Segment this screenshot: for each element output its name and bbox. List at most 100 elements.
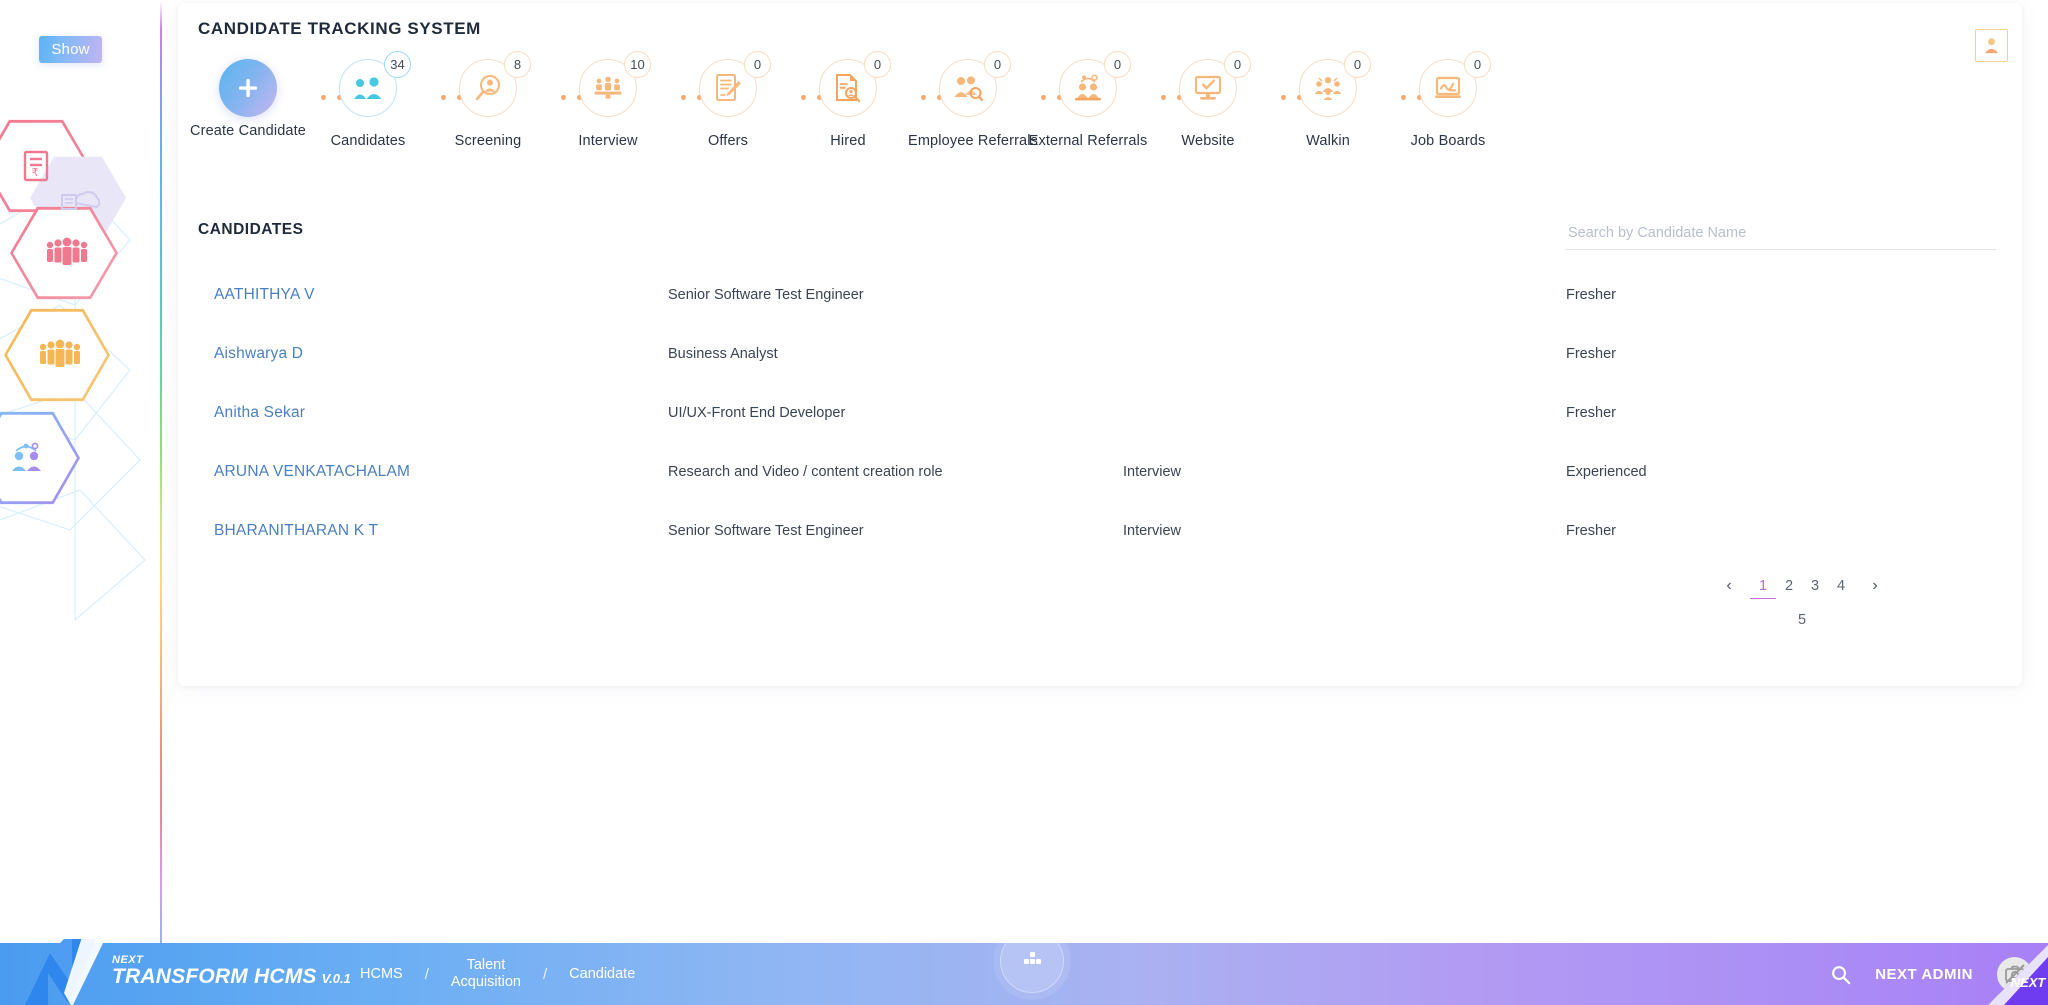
- step-circle-wrap: 0: [668, 51, 838, 129]
- candidate-name[interactable]: ARUNA VENKATACHALAM: [214, 463, 654, 481]
- pagination-page-1[interactable]: 1: [1750, 573, 1776, 599]
- candidate-stage: Interview: [1123, 522, 1182, 539]
- pipeline-step-job-boards[interactable]: 0 Job Boards: [1388, 51, 1508, 149]
- step-count-badge: 10: [624, 51, 651, 78]
- breadcrumb-item-0[interactable]: HCMS: [338, 966, 425, 983]
- brand-title: TRANSFORM HCMS: [112, 965, 317, 988]
- sidebar-item-people-orange[interactable]: [4, 307, 110, 403]
- step-count-badge: 0: [864, 51, 891, 78]
- candidate-name[interactable]: AATHITHYA V: [214, 286, 654, 304]
- step-circle-wrap: 8: [428, 51, 598, 129]
- candidate-name[interactable]: Anitha Sekar: [214, 404, 654, 422]
- pagination-page-3[interactable]: 3: [1802, 573, 1828, 599]
- main-card: CANDIDATE TRACKING SYSTEM Create Candida…: [178, 3, 2022, 686]
- step-label: Employee Referrals: [908, 133, 1039, 149]
- step-circle-wrap: 0: [1268, 51, 1438, 129]
- pipeline-step-create-candidate[interactable]: Create Candidate: [188, 51, 358, 139]
- pipeline-step-candidates[interactable]: 34 Candidates: [308, 51, 478, 149]
- step-circle-wrap: [188, 51, 358, 129]
- breadcrumb: HCMS / Talent Acquisition / Candidate: [338, 943, 657, 1005]
- apps-grid-icon: [1024, 952, 1041, 964]
- show-button[interactable]: Show: [39, 36, 102, 63]
- pagination: ‹ 1 2 3 4 › 5: [1692, 573, 1912, 633]
- pipeline-steps: Create Candidate 34 Candidates 8 Screeni…: [188, 51, 1988, 171]
- table-row[interactable]: ARUNA VENKATACHALAM Research and Video /…: [178, 442, 2022, 501]
- step-count-badge: 34: [384, 51, 411, 78]
- candidate-type: Fresher: [1566, 286, 1616, 303]
- magnifier-person-icon: [475, 75, 500, 101]
- breadcrumb-item-1[interactable]: Talent Acquisition: [429, 957, 543, 990]
- pagination-next[interactable]: ›: [1862, 573, 1888, 599]
- sidebar-item-interview-pair[interactable]: [0, 410, 80, 506]
- pipeline-step-screening[interactable]: 8 Screening: [428, 51, 598, 149]
- table-row[interactable]: Aishwarya D Business Analyst Fresher: [178, 324, 2022, 383]
- table-row[interactable]: AATHITHYA V Senior Software Test Enginee…: [178, 265, 2022, 324]
- step-label: Hired: [830, 133, 866, 149]
- breadcrumb-separator: /: [424, 965, 429, 983]
- pipeline-step-employee-referrals[interactable]: 0 Employee Referrals: [908, 51, 1078, 149]
- step-count-badge: 0: [744, 51, 771, 78]
- pagination-prev[interactable]: ‹: [1716, 573, 1742, 599]
- table-row[interactable]: Anitha Sekar UI/UX-Front End Developer F…: [178, 383, 2022, 442]
- candidate-name[interactable]: BHARANITHARAN K T: [214, 522, 654, 540]
- step-count-badge: 0: [1104, 51, 1131, 78]
- pipeline-step-walkin[interactable]: 0 Walkin: [1268, 51, 1438, 149]
- people-group-orange-icon: [39, 339, 81, 367]
- candidate-type: Fresher: [1566, 404, 1616, 421]
- left-sidebar: Show ₹: [0, 0, 160, 960]
- breadcrumb-item-2[interactable]: Candidate: [547, 966, 657, 983]
- pipeline-step-interview[interactable]: 10 Interview: [548, 51, 718, 149]
- cloud-document-icon: [61, 191, 100, 210]
- interview-table-icon: [594, 76, 622, 99]
- footer-search-button[interactable]: [1830, 964, 1851, 985]
- step-circle-wrap: 0: [1388, 51, 1508, 129]
- pipeline-step-offers[interactable]: 0 Offers: [668, 51, 838, 149]
- candidate-role: Business Analyst: [668, 345, 778, 362]
- chart-board-icon: [1435, 76, 1461, 98]
- document-pen-icon: [716, 74, 741, 101]
- candidate-role: UI/UX-Front End Developer: [668, 404, 846, 421]
- monitor-check-icon: [1194, 75, 1222, 100]
- step-label: Offers: [707, 133, 749, 149]
- pipeline-step-hired[interactable]: 0 Hired: [788, 51, 958, 149]
- step-count-badge: 0: [984, 51, 1011, 78]
- pagination-page-4[interactable]: 4: [1828, 573, 1854, 599]
- table-row[interactable]: BHARANITHARAN K T Senior Software Test E…: [178, 501, 2022, 560]
- corner-fold: NEXT: [1970, 943, 2048, 1005]
- people-icon: [354, 77, 382, 99]
- referral-pair-icon: [1075, 74, 1101, 101]
- corner-label: NEXT: [2011, 975, 2047, 990]
- step-label: Walkin: [1306, 133, 1350, 149]
- step-count-badge: 0: [1464, 51, 1491, 78]
- pagination-page-5[interactable]: 5: [1789, 607, 1815, 633]
- pagination-page-2[interactable]: 2: [1776, 573, 1802, 599]
- sidebar-item-people-pink[interactable]: [10, 205, 118, 301]
- people-search-icon: [954, 76, 983, 101]
- candidate-role: Senior Software Test Engineer: [668, 522, 864, 539]
- step-label: Screening: [454, 133, 522, 149]
- candidate-stage: Interview: [1123, 463, 1182, 480]
- step-label: Website: [1181, 133, 1235, 149]
- step-circle-wrap: 10: [548, 51, 718, 129]
- search-input[interactable]: [1566, 221, 1996, 250]
- document-search-icon: [836, 74, 861, 103]
- interview-pair-icon: [12, 442, 41, 471]
- breadcrumb-separator: /: [543, 965, 548, 983]
- candidate-type: Experienced: [1566, 463, 1647, 480]
- step-label: Interview: [578, 133, 638, 149]
- candidate-type: Fresher: [1566, 522, 1616, 539]
- pipeline-step-website[interactable]: 0 Website: [1148, 51, 1318, 149]
- step-circle-wrap: 34: [308, 51, 478, 129]
- page-title: CANDIDATE TRACKING SYSTEM: [198, 19, 481, 38]
- pipeline-step-external-referrals[interactable]: 0 External Referrals: [1028, 51, 1198, 149]
- footer-bar: NEXT TRANSFORM HCMS V.0.1 HCMS / Talent Acq…: [0, 929, 2048, 1005]
- admin-name: NEXT ADMIN: [1875, 965, 1973, 983]
- people-group-pink-icon: [46, 237, 88, 265]
- step-circle[interactable]: [219, 59, 277, 117]
- candidate-name[interactable]: Aishwarya D: [214, 345, 654, 363]
- rainbow-divider: [160, 0, 162, 960]
- apps-button[interactable]: [1000, 929, 1064, 993]
- walkin-group-icon: [1314, 77, 1342, 100]
- step-label: Job Boards: [1410, 133, 1486, 149]
- step-circle-wrap: 0: [1028, 51, 1198, 129]
